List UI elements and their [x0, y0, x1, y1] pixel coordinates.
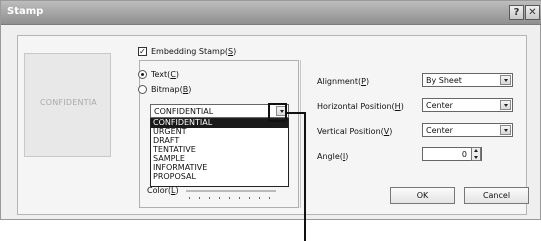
group-divider	[300, 60, 301, 208]
close-button[interactable]: ✕	[525, 5, 540, 20]
bitmap-radio-label: Bitmap(B)	[151, 85, 192, 94]
slider-tick	[249, 197, 250, 199]
chevron-down-icon[interactable]	[500, 100, 511, 110]
slider-tick	[219, 197, 220, 199]
angle-label: Angle(I)	[317, 152, 349, 161]
color-label: Color(L)	[147, 186, 179, 195]
spin-down-icon[interactable]	[474, 156, 478, 159]
slider-tick	[239, 197, 240, 199]
horizontal-position-value: Center	[426, 101, 453, 110]
callout-leader-line	[304, 112, 306, 241]
angle-value: 0	[461, 150, 467, 159]
stamp-text-dropdown-list: CONFIDENTIAL URGENT DRAFT TENTATIVE SAMP…	[150, 118, 289, 187]
vertical-position-label: Vertical Position(V)	[317, 127, 393, 136]
alignment-value: By Sheet	[426, 76, 462, 85]
dropdown-option-proposal[interactable]: PROPOSAL	[151, 172, 288, 182]
angle-spinner[interactable]	[471, 147, 481, 161]
spin-up-icon[interactable]	[474, 149, 478, 152]
vertical-position-select[interactable]: Center	[422, 123, 513, 137]
slider-tick	[269, 197, 270, 199]
slider-tick	[199, 197, 200, 199]
bitmap-radio[interactable]	[138, 85, 147, 94]
vertical-position-value: Center	[426, 126, 453, 135]
text-radio-label: Text(C)	[151, 70, 180, 79]
slider-tick	[189, 197, 190, 199]
alignment-label: Alignment(P)	[317, 77, 370, 86]
slider-tick	[209, 197, 210, 199]
stamp-text-value: CONFIDENTIAL	[154, 107, 214, 116]
title-bar: Stamp ? ✕	[1, 1, 541, 25]
color-slider[interactable]	[186, 190, 276, 192]
preview-text: CONFIDENTIA	[40, 98, 97, 107]
chevron-down-icon[interactable]	[500, 125, 511, 135]
alignment-select[interactable]: By Sheet	[422, 73, 513, 87]
callout-box	[268, 103, 287, 122]
slider-tick	[229, 197, 230, 199]
help-button[interactable]: ?	[509, 5, 524, 20]
ok-button[interactable]: OK	[390, 187, 455, 204]
dialog-title: Stamp	[7, 6, 44, 17]
cancel-button[interactable]: Cancel	[464, 187, 529, 204]
stamp-preview: CONFIDENTIA	[24, 53, 111, 157]
horizontal-position-select[interactable]: Center	[422, 98, 513, 112]
embedding-stamp-checkbox[interactable]: ✓	[138, 47, 147, 56]
text-radio[interactable]	[138, 70, 147, 79]
chevron-down-icon[interactable]	[500, 75, 511, 85]
horizontal-position-label: Horizontal Position(H)	[317, 102, 404, 111]
embedding-stamp-label: Embedding Stamp(S)	[151, 47, 237, 56]
slider-tick	[259, 197, 260, 199]
